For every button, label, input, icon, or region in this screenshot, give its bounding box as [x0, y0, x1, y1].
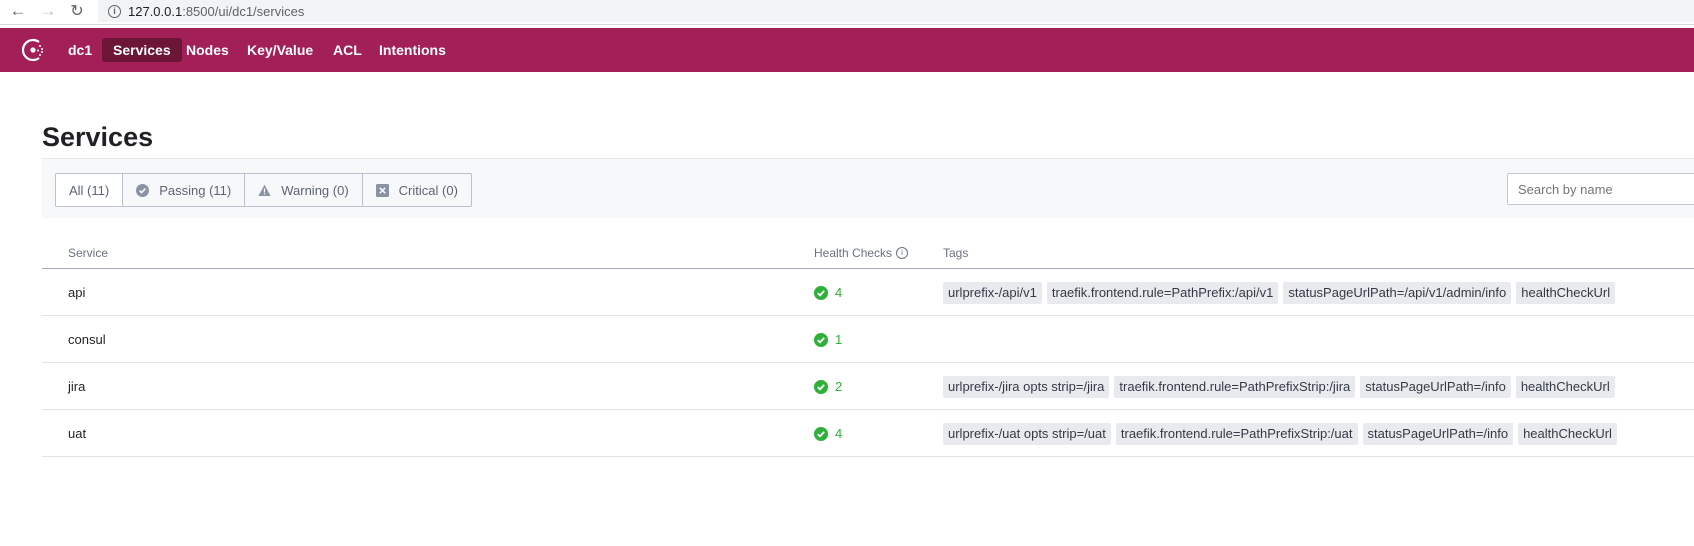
filter-all-label: All (11)	[69, 182, 110, 198]
health-checks: 4	[814, 285, 842, 300]
service-name[interactable]: jira	[68, 379, 85, 394]
table-row[interactable]: uat 4 urlprefix-/uat opts strip=/uat tra…	[42, 410, 1694, 457]
column-header-health: Health Checks i	[814, 246, 909, 260]
health-checks: 1	[814, 332, 842, 347]
nav-key-value[interactable]: Key/Value	[236, 38, 324, 62]
filter-passing-label: Passing (11)	[159, 182, 232, 198]
service-name[interactable]: uat	[68, 426, 86, 441]
critical-x-icon	[375, 183, 389, 197]
filter-passing-button[interactable]: Passing (11)	[123, 174, 246, 206]
url-text: 127.0.0.1:8500/ui/dc1/services	[128, 3, 305, 19]
tag: healthCheckUrl	[1515, 376, 1615, 398]
search-input[interactable]	[1507, 173, 1694, 205]
site-info-icon[interactable]: i	[108, 4, 121, 18]
passing-count: 2	[835, 379, 843, 394]
check-circle-icon	[814, 426, 828, 441]
check-circle-icon	[814, 285, 828, 300]
filter-critical-label: Critical (0)	[398, 182, 458, 198]
tags-cell: urlprefix-/api/v1 traefik.frontend.rule=…	[943, 282, 1620, 304]
column-header-tags: Tags	[943, 246, 969, 260]
check-circle-icon	[814, 379, 828, 394]
filter-warning-label: Warning (0)	[281, 182, 349, 198]
nav-intentions[interactable]: Intentions	[368, 38, 457, 62]
top-navigation: dc1 Services Nodes Key/Value ACL Intenti…	[0, 28, 1694, 72]
table-row[interactable]: api 4 urlprefix-/api/v1 traefik.frontend…	[42, 269, 1694, 316]
service-name[interactable]: api	[68, 285, 85, 300]
info-icon[interactable]: i	[896, 247, 909, 259]
back-arrow-icon[interactable]: ←	[7, 0, 29, 22]
forward-arrow-icon[interactable]: →	[37, 0, 59, 22]
tag: traefik.frontend.rule=PathPrefix:/api/v1	[1046, 282, 1279, 304]
tags-cell: urlprefix-/jira opts strip=/jira traefik…	[943, 376, 1620, 398]
filter-bar: All (11) Passing (11) Warning (0) Critic…	[42, 158, 1694, 218]
filter-all-button[interactable]: All (11)	[56, 174, 124, 206]
table-header: Service Health Checks i Tags	[42, 232, 1694, 269]
tag: urlprefix-/uat opts strip=/uat	[943, 423, 1111, 445]
nav-acl[interactable]: ACL	[322, 38, 373, 62]
browser-toolbar: ← → ↻ i 127.0.0.1:8500/ui/dc1/services	[0, 0, 1694, 25]
tag: healthCheckUrl	[1518, 423, 1617, 445]
reload-icon[interactable]: ↻	[66, 0, 88, 22]
services-table: Service Health Checks i Tags api 4 urlpr…	[42, 232, 1694, 457]
check-circle-icon	[814, 332, 828, 347]
passing-count: 1	[835, 332, 843, 347]
consul-logo-icon[interactable]	[21, 38, 45, 62]
check-circle-icon	[136, 183, 150, 197]
passing-count: 4	[835, 285, 843, 300]
page-title: Services	[42, 122, 154, 152]
tag: healthCheckUrl	[1516, 282, 1616, 304]
filter-warning-button[interactable]: Warning (0)	[245, 174, 363, 206]
health-checks: 2	[814, 379, 842, 394]
tag: urlprefix-/jira opts strip=/jira	[943, 376, 1110, 398]
nav-nodes[interactable]: Nodes	[175, 38, 240, 62]
address-bar[interactable]: i 127.0.0.1:8500/ui/dc1/services	[98, 0, 1694, 22]
filter-critical-button[interactable]: Critical (0)	[363, 174, 471, 206]
warning-icon	[258, 184, 271, 197]
tags-cell: urlprefix-/uat opts strip=/uat traefik.f…	[943, 423, 1622, 445]
column-header-service: Service	[68, 246, 109, 260]
column-header-health-label: Health Checks	[814, 246, 893, 260]
tag: statusPageUrlPath=/api/v1/admin/info	[1283, 282, 1512, 304]
service-name[interactable]: consul	[68, 332, 106, 347]
tag: statusPageUrlPath=/info	[1362, 423, 1514, 445]
tag: urlprefix-/api/v1	[943, 282, 1042, 304]
nav-services[interactable]: Services	[102, 38, 182, 62]
passing-count: 4	[835, 426, 843, 441]
tag: traefik.frontend.rule=PathPrefixStrip:/j…	[1114, 376, 1356, 398]
table-row[interactable]: jira 2 urlprefix-/jira opts strip=/jira …	[42, 363, 1694, 410]
tag: traefik.frontend.rule=PathPrefixStrip:/u…	[1115, 423, 1358, 445]
table-row[interactable]: consul 1	[42, 316, 1694, 363]
tag: statusPageUrlPath=/info	[1360, 376, 1511, 398]
health-checks: 4	[814, 426, 842, 441]
datacenter-selector[interactable]: dc1	[57, 38, 103, 62]
health-filter-group: All (11) Passing (11) Warning (0) Critic…	[55, 173, 472, 207]
